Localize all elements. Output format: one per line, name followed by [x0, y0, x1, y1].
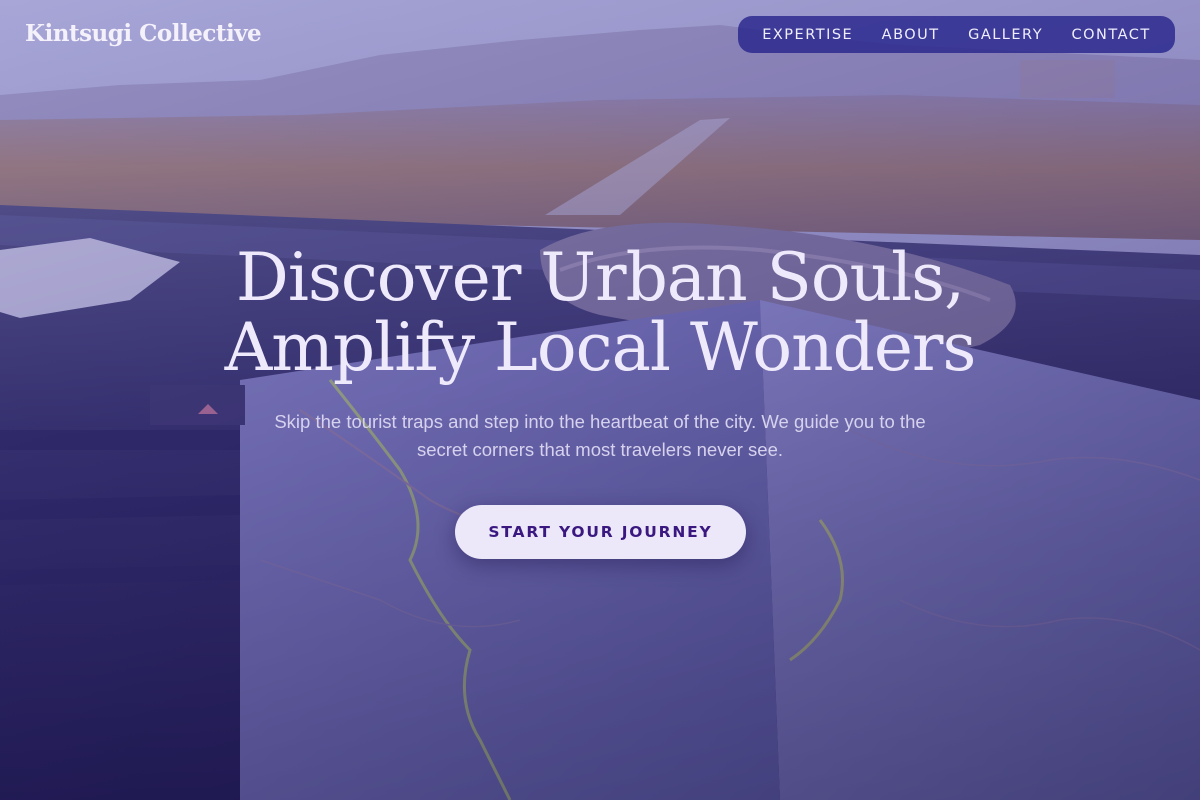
hero-color-overlay: [0, 0, 1200, 800]
brand-logo[interactable]: Kintsugi Collective: [25, 20, 262, 47]
hero-section: Kintsugi Collective EXPERTISE ABOUT GALL…: [0, 0, 1200, 800]
hero-subtitle: Skip the tourist traps and step into the…: [274, 411, 926, 460]
nav-link-expertise[interactable]: EXPERTISE: [762, 27, 853, 43]
start-journey-button[interactable]: START YOUR JOURNEY: [455, 505, 746, 559]
hero-headline-line-2: Amplify Local Wonders: [224, 309, 977, 386]
nav-link-gallery[interactable]: GALLERY: [968, 27, 1043, 43]
nav-link-contact[interactable]: CONTACT: [1071, 27, 1150, 43]
nav-link-about[interactable]: ABOUT: [882, 27, 940, 43]
hero-headline-line-1: Discover Urban Souls,: [235, 239, 965, 316]
main-navigation: EXPERTISE ABOUT GALLERY CONTACT: [738, 16, 1175, 53]
hero-headline: Discover Urban Souls, Amplify Local Wond…: [100, 243, 1100, 383]
